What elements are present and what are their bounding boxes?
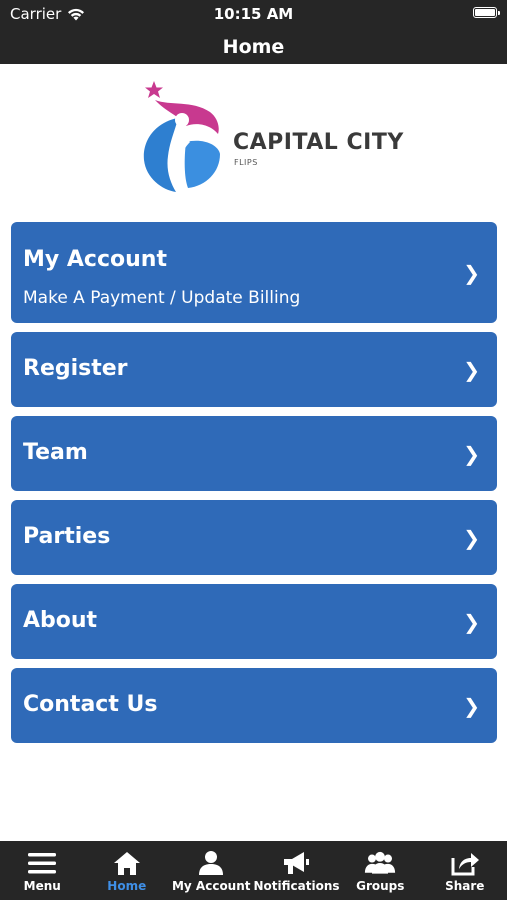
chevron-right-icon: ❯ [463,358,480,382]
tab-label: Groups [356,879,405,893]
tab-label: Menu [23,879,61,893]
menu-item-register[interactable]: Register ❯ [11,332,497,407]
tab-groups[interactable]: Groups [338,841,423,900]
brand-logo: CAPITAL CITY FLIPS [140,78,403,198]
chevron-right-icon: ❯ [463,526,480,550]
menu-item-parties[interactable]: Parties ❯ [11,500,497,575]
logo-subtitle: FLIPS [234,158,258,167]
menu-item-label: My Account [23,247,167,272]
tab-bar: Menu Home My Account Notifications Group… [0,841,507,900]
menu-item-my-account[interactable]: My Account Make A Payment / Update Billi… [11,222,497,323]
menu-item-label: Parties [23,524,111,549]
app-screen: Carrier 10:15 AM Home CAPITAL CITY FLIPS… [0,0,507,900]
chevron-right-icon: ❯ [463,694,480,718]
group-icon [365,851,396,874]
menu-item-sublabel: Make A Payment / Update Billing [23,288,301,308]
menu-item-label: Team [23,440,88,465]
person-icon [199,851,224,875]
megaphone-icon [283,852,309,874]
menu-item-team[interactable]: Team ❯ [11,416,497,491]
menu-item-label: Contact Us [23,692,158,717]
main-menu: My Account Make A Payment / Update Billi… [11,222,497,752]
chevron-right-icon: ❯ [463,442,480,466]
tab-notifications[interactable]: Notifications [253,841,340,900]
tab-share[interactable]: Share [423,841,507,900]
tab-home[interactable]: Home [85,841,170,900]
share-icon [451,853,479,876]
tab-label: Share [445,879,485,893]
menu-item-contact-us[interactable]: Contact Us ❯ [11,668,497,743]
logo-name: CAPITAL CITY [233,130,404,155]
menu-item-label: Register [23,356,128,381]
chevron-right-icon: ❯ [463,261,480,285]
chevron-right-icon: ❯ [463,610,480,634]
tab-label: Notifications [253,879,340,893]
menu-item-about[interactable]: About ❯ [11,584,497,659]
tab-label: My Account [171,879,251,893]
tab-my-account[interactable]: My Account [169,841,254,900]
top-bar: Carrier 10:15 AM Home [0,0,507,64]
tab-menu[interactable]: Menu [0,841,85,900]
hamburger-icon [28,853,57,874]
page-title: Home [222,36,285,58]
logo-emblem [143,81,220,192]
status-time: 10:15 AM [213,5,294,23]
menu-item-label: About [23,608,98,633]
tab-label: Home [107,879,147,893]
home-icon [113,852,140,875]
battery-icon [473,7,500,18]
